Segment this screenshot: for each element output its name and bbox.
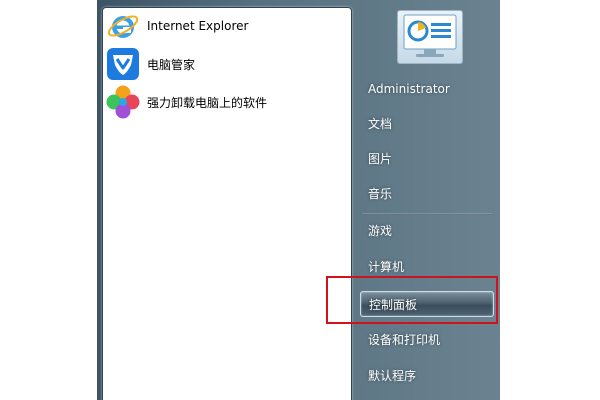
- pictures-label: 图片: [368, 152, 393, 166]
- user-name: Administrator: [368, 82, 450, 96]
- programs-pane: Internet Explorer 电脑管家 强力卸载电脑上的软件: [102, 7, 352, 400]
- ie-icon: [105, 8, 141, 44]
- program-label: 电脑管家: [147, 57, 196, 72]
- documents-link[interactable]: 文档: [360, 111, 494, 137]
- program-label: Internet Explorer: [147, 19, 249, 33]
- computer-label: 计算机: [368, 260, 405, 274]
- start-menu: Internet Explorer 电脑管家 强力卸载电脑上的软件 Admini…: [97, 0, 500, 400]
- devices-printers-link[interactable]: 设备和打印机: [360, 327, 494, 353]
- menu-separator: [362, 213, 492, 215]
- program-label: 强力卸载电脑上的软件: [147, 95, 268, 110]
- program-pc-manager[interactable]: 电脑管家: [105, 46, 345, 82]
- program-internet-explorer[interactable]: Internet Explorer: [105, 8, 345, 44]
- user-picture[interactable]: [397, 10, 463, 64]
- program-uninstaller[interactable]: 强力卸载电脑上的软件: [105, 84, 345, 120]
- highlight-annotation-box: [326, 276, 498, 324]
- user-name-link[interactable]: Administrator: [360, 76, 494, 102]
- pictures-link[interactable]: 图片: [360, 146, 494, 172]
- music-link[interactable]: 音乐: [360, 181, 494, 207]
- games-label: 游戏: [368, 224, 393, 238]
- default-programs-link[interactable]: 默认程序: [360, 363, 494, 389]
- devices-printers-label: 设备和打印机: [368, 333, 441, 347]
- control-panel-picture-icon: [398, 14, 462, 67]
- tencent-pc-manager-icon: [105, 46, 141, 82]
- places-pane: Administrator 文档 图片 音乐 游戏 计算机 控制面板 设备和打印…: [352, 0, 500, 400]
- music-label: 音乐: [368, 187, 393, 201]
- default-programs-label: 默认程序: [368, 369, 417, 383]
- uninstaller-icon: [105, 84, 141, 120]
- documents-label: 文档: [368, 117, 393, 131]
- games-link[interactable]: 游戏: [360, 218, 494, 244]
